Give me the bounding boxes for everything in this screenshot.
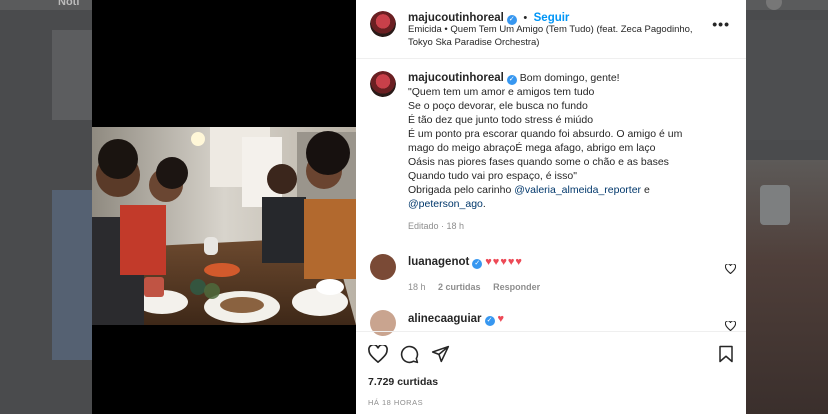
- verified-badge-icon: ✓: [506, 75, 517, 85]
- caption-line-1: Bom domingo, gente!: [519, 72, 620, 84]
- caption-line-4: É tão dez que junto todo stress é miúdo: [408, 114, 594, 126]
- caption-avatar[interactable]: [370, 71, 396, 97]
- post-media[interactable]: [92, 0, 356, 414]
- speech-bubble-icon[interactable]: [400, 345, 419, 364]
- audio-line-1[interactable]: Emicida • Quem Tem Um Amigo (Tem Tudo) (…: [408, 24, 693, 35]
- caption-thanks: Obrigada pelo carinho: [408, 184, 512, 196]
- caption-period: .: [482, 198, 486, 210]
- comment-meta: 18 h 2 curtidas Responder: [408, 282, 540, 292]
- caption-and: e: [643, 184, 650, 196]
- background-sign: [760, 185, 790, 225]
- comment-item: alinecaaguiar ✓ ♥: [408, 313, 505, 326]
- paper-plane-icon[interactable]: [431, 345, 450, 363]
- caption-line-2: "Quem tem um amor e amigos tem tudo: [408, 86, 595, 98]
- comment-hearts: ♥♥♥♥♥: [485, 256, 523, 268]
- comment-item: luanagenot ✓ ♥♥♥♥♥: [408, 256, 523, 269]
- comment-like-icon[interactable]: [724, 261, 737, 279]
- background-left-panel: [52, 30, 92, 120]
- heart-outline-icon[interactable]: [368, 345, 388, 363]
- more-options-icon[interactable]: •••: [712, 16, 730, 32]
- verified-badge-icon: ✓: [484, 316, 495, 326]
- actions-divider: [356, 331, 746, 332]
- comment-age[interactable]: 18 h: [408, 282, 426, 292]
- mention-link-1[interactable]: @valeria_almeida_reporter: [514, 184, 641, 196]
- background-left-image: [52, 190, 92, 360]
- comment-like-icon[interactable]: [724, 318, 737, 336]
- post-photo[interactable]: [92, 127, 356, 325]
- mention-link-2[interactable]: @peterson_ago: [408, 198, 483, 210]
- post-caption: majucoutinhoreal ✓ Bom domingo, gente! "Q…: [408, 71, 728, 233]
- reply-button[interactable]: Responder: [493, 282, 540, 292]
- caption-line-3: Se o poço devorar, ele busca no fundo: [408, 100, 588, 112]
- verified-badge-icon: ✓: [472, 259, 483, 269]
- author-avatar[interactable]: [370, 11, 396, 37]
- post-header: majucoutinhoreal ✓ • Seguir Emicida • Que…: [356, 0, 746, 59]
- caption-line-8: Quando tudo vai pro espaço, é isso": [408, 170, 577, 182]
- bookmark-icon[interactable]: [718, 345, 734, 363]
- caption-line-5: É um ponto pra escorar quando foi absurd…: [408, 128, 683, 140]
- audio-attribution[interactable]: Emicida • Quem Tem Um Amigo (Tem Tudo) (…: [408, 23, 693, 49]
- comment-likes[interactable]: 2 curtidas: [438, 282, 481, 292]
- comment-username[interactable]: luanagenot: [408, 256, 469, 268]
- caption-line-7: Oásis nas piores fases quando some o chã…: [408, 156, 669, 168]
- comment-avatar[interactable]: [370, 310, 396, 336]
- comment-hearts: ♥: [497, 313, 505, 325]
- background-right-panel: [746, 20, 828, 140]
- caption-line-6: mago do meigo abraçoÉ mega afago, abrigo…: [408, 142, 656, 154]
- comment-avatar[interactable]: [370, 254, 396, 280]
- background-header-text: Notí: [58, 0, 80, 8]
- audio-line-2[interactable]: Tokyo Ska Paradise Orchestra): [408, 37, 539, 48]
- caption-username[interactable]: majucoutinhoreal: [408, 72, 504, 84]
- post-details-panel: majucoutinhoreal ✓ • Seguir Emicida • Que…: [356, 0, 746, 414]
- caption-edited-time: Editado · 18 h: [408, 221, 465, 231]
- comment-username[interactable]: alinecaaguiar: [408, 313, 482, 325]
- likes-count[interactable]: 7.729 curtidas: [368, 376, 438, 388]
- post-timestamp[interactable]: HÁ 18 HORAS: [368, 398, 423, 407]
